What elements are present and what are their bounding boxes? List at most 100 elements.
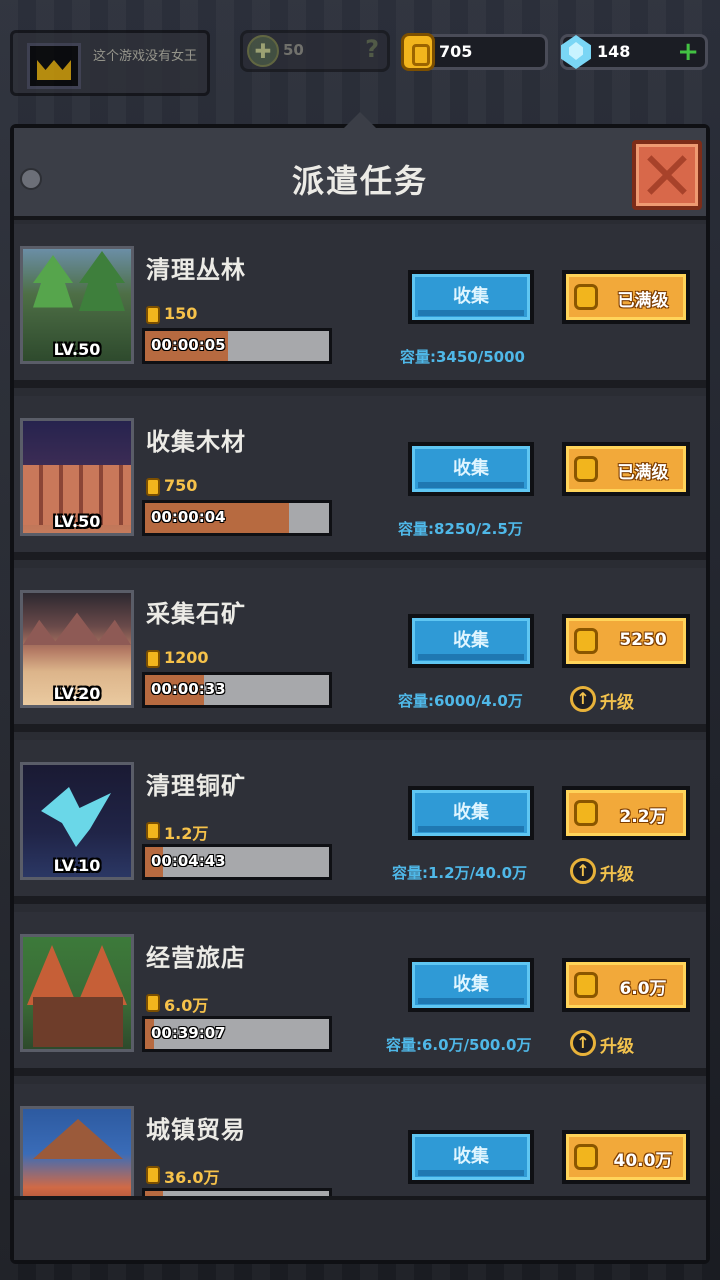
upgrade-cost-label: 已满级 — [617, 291, 669, 311]
task-name: 城镇贸易 — [146, 1116, 246, 1144]
task-timer: 00:39:07 — [142, 1016, 332, 1052]
upgrade-cost-label: 5250 — [619, 630, 667, 650]
upgrade-label: 升级 — [600, 865, 634, 885]
coin-icon — [146, 478, 160, 496]
capacity-text: 容量:8250/2.5万 — [398, 520, 523, 538]
upgrade-cost-button[interactable]: 2.2万 — [562, 786, 690, 840]
task-cost-value: 1.2万 — [164, 824, 209, 843]
coin-icon — [146, 994, 160, 1012]
close-button[interactable] — [632, 140, 702, 210]
task-thumbnail-copper: LV.10 — [20, 762, 134, 880]
task-cost-value: 1200 — [164, 648, 209, 667]
task-timer: 00:00:33 — [142, 672, 332, 708]
task-timer: 00:00:04 — [142, 500, 332, 536]
capacity-text: 容量:1.2万/40.0万 — [392, 864, 528, 882]
task-name: 收集木材 — [146, 428, 246, 456]
upgrade-label: 升级 — [600, 693, 634, 713]
xp-icon: ✚ — [247, 35, 279, 67]
upgrade-cost-button[interactable]: 40.0万 — [562, 1130, 690, 1184]
task-name: 清理铜矿 — [146, 772, 246, 800]
task-level: LV.5 — [59, 1028, 95, 1047]
timer-text: 00:00:04 — [151, 508, 226, 526]
upgrade-cost-label: 2.2万 — [619, 807, 667, 827]
collect-button[interactable]: 收集 — [408, 958, 534, 1012]
task-level: LV.10 — [53, 856, 101, 875]
help-icon[interactable]: ? — [365, 35, 379, 63]
timer-text: 00:00:33 — [151, 680, 226, 698]
capacity-text: 容量:6.0万/500.0万 — [386, 1036, 532, 1054]
task-cost-value: 750 — [164, 476, 198, 495]
collect-button[interactable]: 收集 — [408, 786, 534, 840]
panel-title: 派遣任务 — [291, 162, 428, 200]
top-hud: 这个游戏没有女王 ✚ 50 ? 705 148 + — [0, 0, 720, 110]
upgrade-cost-label: 已满级 — [617, 463, 669, 483]
xp-value: 50 — [283, 41, 304, 59]
collect-button[interactable]: 收集 — [408, 1130, 534, 1184]
collect-button[interactable]: 收集 — [408, 270, 534, 324]
collect-button[interactable]: 收集 — [408, 614, 534, 668]
task-row: LV.10 清理铜矿 1.2万 00:04:43 收集 2.2万 容量:1.2万… — [14, 740, 706, 904]
upgrade-arrow-icon: ↑ — [570, 858, 596, 884]
quest-text: 这个游戏没有女王 — [93, 49, 198, 64]
upgrade-cost-label: 40.0万 — [613, 1151, 673, 1171]
gem-icon — [559, 33, 593, 71]
upgrade-cost-button[interactable]: 6.0万 — [562, 958, 690, 1012]
task-timer: 00:04:43 — [142, 844, 332, 880]
task-thumbnail-wood: LV.50 — [20, 418, 134, 536]
task-name: 采集石矿 — [146, 600, 246, 628]
task-level: LV.20 — [53, 684, 101, 703]
coin-icon — [574, 456, 598, 482]
task-cost-value: 6.0万 — [164, 996, 209, 1015]
game-screen: 这个游戏没有女王 ✚ 50 ? 705 148 + 派遣任务 LV.50 清理丛… — [0, 0, 720, 1280]
coin-icon — [146, 1166, 160, 1184]
task-thumbnail-inn: LV.5 — [20, 934, 134, 1052]
xp-display[interactable]: ✚ 50 ? — [240, 30, 390, 72]
coin-icon — [574, 1144, 598, 1170]
task-level: LV.50 — [53, 340, 101, 359]
panel-header: 派遣任务 — [14, 112, 706, 220]
task-name: 清理丛林 — [146, 256, 246, 284]
coin-icon — [574, 800, 598, 826]
coin-icon — [146, 306, 160, 324]
add-gems-button[interactable]: + — [677, 37, 699, 67]
capacity-text: 容量:3450/5000 — [400, 348, 525, 366]
task-timer: 00:00:05 — [142, 328, 332, 364]
quest-banner[interactable]: 这个游戏没有女王 — [10, 30, 210, 96]
upgrade-cost-button[interactable]: 已满级 — [562, 442, 690, 496]
gem-counter: 148 + — [560, 34, 708, 70]
task-row: LV.50 清理丛林 150 00:00:05 收集 已满级 容量:3450/5… — [14, 224, 706, 388]
upgrade-label: 升级 — [600, 1037, 634, 1057]
gold-coin-icon — [401, 33, 435, 71]
task-cost-value: 150 — [164, 304, 198, 323]
task-row: LV.5 经营旅店 6.0万 00:39:07 收集 6.0万 容量:6.0万/… — [14, 912, 706, 1076]
gold-counter: 705 — [401, 33, 548, 71]
coin-icon — [146, 822, 160, 840]
gem-value: 148 — [597, 42, 631, 61]
panel-footer — [14, 1196, 706, 1260]
timer-text: 00:00:05 — [151, 336, 226, 354]
task-row: LV.50 收集木材 750 00:00:04 收集 已满级 容量:8250/2… — [14, 396, 706, 560]
crown-icon — [27, 43, 81, 89]
task-level: LV.50 — [53, 512, 101, 531]
upgrade-cost-button[interactable]: 5250 — [562, 614, 690, 668]
coin-icon — [146, 650, 160, 668]
gold-value: 705 — [439, 42, 473, 61]
task-row: LV.20 采集石矿 1200 00:00:33 收集 5250 容量:6000… — [14, 568, 706, 732]
collect-button[interactable]: 收集 — [408, 442, 534, 496]
capacity-text: 容量:6000/4.0万 — [398, 692, 523, 710]
upgrade-arrow-icon: ↑ — [570, 686, 596, 712]
upgrade-cost-label: 6.0万 — [619, 979, 667, 999]
task-thumbnail-trade — [20, 1106, 134, 1204]
task-list[interactable]: LV.50 清理丛林 150 00:00:05 收集 已满级 容量:3450/5… — [14, 224, 706, 1204]
task-thumbnail-stone: LV.20 — [20, 590, 134, 708]
coin-icon — [574, 628, 598, 654]
timer-text: 00:39:07 — [151, 1024, 226, 1042]
dispatch-panel: 派遣任务 LV.50 清理丛林 150 00:00:05 收集 已满级 容量:3… — [10, 112, 710, 1264]
timer-text: 00:04:43 — [151, 852, 226, 870]
task-thumbnail-forest: LV.50 — [20, 246, 134, 364]
upgrade-cost-button[interactable]: 已满级 — [562, 270, 690, 324]
task-row: 城镇贸易 36.0万 收集 40.0万 — [14, 1084, 706, 1204]
task-name: 经营旅店 — [146, 944, 246, 972]
upgrade-arrow-icon: ↑ — [570, 1030, 596, 1056]
coin-icon — [574, 284, 598, 310]
